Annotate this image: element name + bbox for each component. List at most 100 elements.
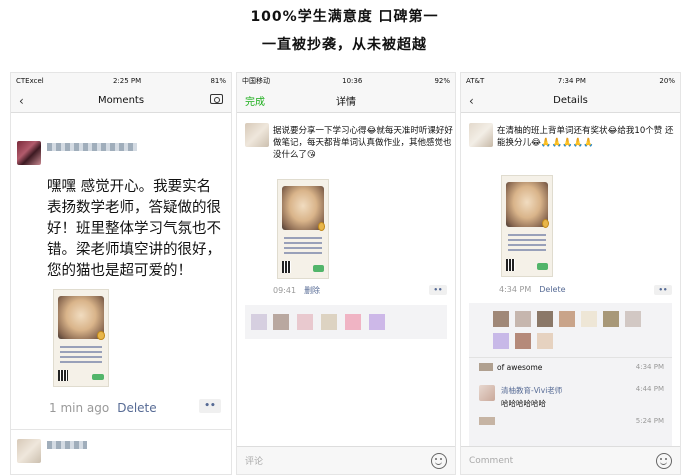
liker-avatar[interactable] <box>515 333 531 349</box>
avatar[interactable] <box>469 123 493 147</box>
post-time: 4:34 PM <box>499 285 532 294</box>
page-title: Moments <box>97 95 145 106</box>
avatar[interactable] <box>17 439 41 463</box>
carrier-label: AT&T <box>466 77 485 85</box>
comment-avatar <box>479 417 495 425</box>
back-button[interactable]: ‹ <box>469 94 499 108</box>
comment-text: of awesome <box>497 363 543 372</box>
avatar[interactable] <box>245 123 269 147</box>
blurred-username[interactable] <box>47 143 137 151</box>
comment-time: 5:24 PM <box>635 417 664 425</box>
liker-avatar[interactable] <box>493 333 509 349</box>
clock-label: 10:36 <box>342 77 363 85</box>
delete-link[interactable]: 删除 <box>304 285 320 296</box>
qr-code-icon <box>58 369 69 382</box>
moments-feed: 嘿嘿 感觉开心。我要实名表扬数学老师，答疑做的很好！班里整体学习气氛也不错。梁老… <box>11 113 231 474</box>
nav-bar: ‹ Moments <box>11 89 231 113</box>
headline-line-1: 100%学生满意度 口碑第一 <box>250 9 439 25</box>
medal-icon <box>542 219 549 228</box>
comment-time: 4:44 PM <box>635 385 664 393</box>
comment-input[interactable]: 评论 <box>245 454 263 467</box>
status-bar: AT&T 7:34 PM 20% <box>461 73 680 89</box>
liker-avatar[interactable] <box>273 314 289 330</box>
post-text: 在清柚的班上背单词还有奖状😂给我10个赞 还能换分儿😂🙏🙏🙏🙏🙏 <box>497 126 674 148</box>
delete-link[interactable]: Delete <box>539 285 565 294</box>
delete-link[interactable]: Delete <box>117 401 156 415</box>
more-actions-button[interactable]: •• <box>199 399 221 413</box>
liker-avatar[interactable] <box>321 314 337 330</box>
liker-avatar[interactable] <box>603 311 619 327</box>
liker-avatar[interactable] <box>345 314 361 330</box>
battery-label: 20% <box>659 77 675 85</box>
poster-text-lines <box>60 345 102 363</box>
liker-avatar[interactable] <box>515 311 531 327</box>
poster-text-lines <box>508 234 546 252</box>
avatar[interactable] <box>17 141 41 165</box>
post-image[interactable] <box>501 175 553 277</box>
carrier-label: CTExcel <box>16 77 44 85</box>
comment-bar: Comment <box>461 446 680 474</box>
battery-label: 92% <box>434 77 450 85</box>
blurred-username[interactable] <box>47 441 87 449</box>
comment-input[interactable]: Comment <box>469 456 513 466</box>
clock-label: 7:34 PM <box>557 77 586 85</box>
comment-row[interactable]: 5:24 PM <box>479 417 664 425</box>
liker-avatar[interactable] <box>559 311 575 327</box>
qr-code-icon <box>282 261 291 274</box>
status-bar: 中国移动 10:36 92% <box>237 73 455 89</box>
clock-label: 2:25 PM <box>112 77 142 85</box>
post-meta: 09:41 删除 <box>273 285 320 296</box>
back-button[interactable]: ‹ <box>19 94 49 108</box>
post-text: 据说要分享一下学习心得😂就每天准时听课好好做笔记，每天都背单词认真做作业，其他感… <box>273 126 453 160</box>
more-actions-button[interactable]: •• <box>654 285 672 295</box>
nav-bar: ‹ Details <box>461 89 680 113</box>
comment-text: 哈哈哈哈哈哈 <box>501 399 546 408</box>
comment-author[interactable]: 清柚教育-Vivi老师 <box>501 385 562 396</box>
liker-avatar[interactable] <box>369 314 385 330</box>
liker-avatar[interactable] <box>493 311 509 327</box>
post-detail: 在清柚的班上背单词还有奖状😂给我10个赞 还能换分儿😂🙏🙏🙏🙏🙏 4:34 PM… <box>461 113 680 474</box>
brand-logo <box>537 263 548 270</box>
liker-avatar[interactable] <box>581 311 597 327</box>
post-meta: 1 min ago Delete <box>49 401 157 415</box>
divider <box>469 357 672 358</box>
liker-avatar[interactable] <box>251 314 267 330</box>
liker-avatar[interactable] <box>297 314 313 330</box>
poster-text-lines <box>284 236 322 255</box>
comment-avatar <box>479 363 493 371</box>
comment-row[interactable]: of awesome 4:34 PM <box>479 363 664 372</box>
post-time: 1 min ago <box>49 401 110 415</box>
camera-button[interactable] <box>193 94 223 107</box>
post-detail: 据说要分享一下学习心得😂就每天准时听课好好做笔记，每天都背单词认真做作业，其他感… <box>237 113 455 474</box>
post-image[interactable] <box>277 179 329 279</box>
battery-label: 81% <box>210 77 226 85</box>
liker-avatar[interactable] <box>537 311 553 327</box>
liker-avatar[interactable] <box>537 333 553 349</box>
phone-detail-en: AT&T 7:34 PM 20% ‹ Details 在清柚的班上背单词还有奖状… <box>460 72 681 475</box>
done-button[interactable]: 完成 <box>245 93 275 108</box>
phone-detail-cn: 中国移动 10:36 92% 完成 详情 据说要分享一下学习心得😂就每天准时听课… <box>236 72 456 475</box>
brand-logo <box>91 373 104 381</box>
post-image[interactable] <box>53 289 109 387</box>
phone-moments: CTExcel 2:25 PM 81% ‹ Moments 嘿嘿 感觉开心。我要… <box>10 72 232 475</box>
emoji-icon[interactable] <box>656 452 672 469</box>
likes-panel <box>245 305 447 339</box>
medal-icon <box>97 331 105 340</box>
comment-avatar <box>479 385 495 401</box>
comment-row[interactable]: 清柚教育-Vivi老师 哈哈哈哈哈哈 4:44 PM <box>479 385 664 409</box>
emoji-icon[interactable] <box>431 452 447 469</box>
post-text: 嘿嘿 感觉开心。我要实名表扬数学老师，答疑做的很好！班里整体学习气氛也不错。梁老… <box>47 179 221 279</box>
post-time: 09:41 <box>273 286 297 295</box>
comment-bar: 评论 <box>237 446 455 474</box>
page-title: Details <box>553 95 588 106</box>
status-bar: CTExcel 2:25 PM 81% <box>11 73 231 89</box>
liker-avatar[interactable] <box>625 311 641 327</box>
carrier-label: 中国移动 <box>242 77 270 85</box>
nav-bar: 完成 详情 <box>237 89 455 113</box>
qr-code-icon <box>506 259 515 271</box>
more-actions-button[interactable]: •• <box>429 285 447 295</box>
page-title: 详情 <box>336 97 356 108</box>
brand-logo <box>313 265 324 273</box>
camera-icon <box>209 94 223 104</box>
comment-time: 4:34 PM <box>635 363 664 371</box>
